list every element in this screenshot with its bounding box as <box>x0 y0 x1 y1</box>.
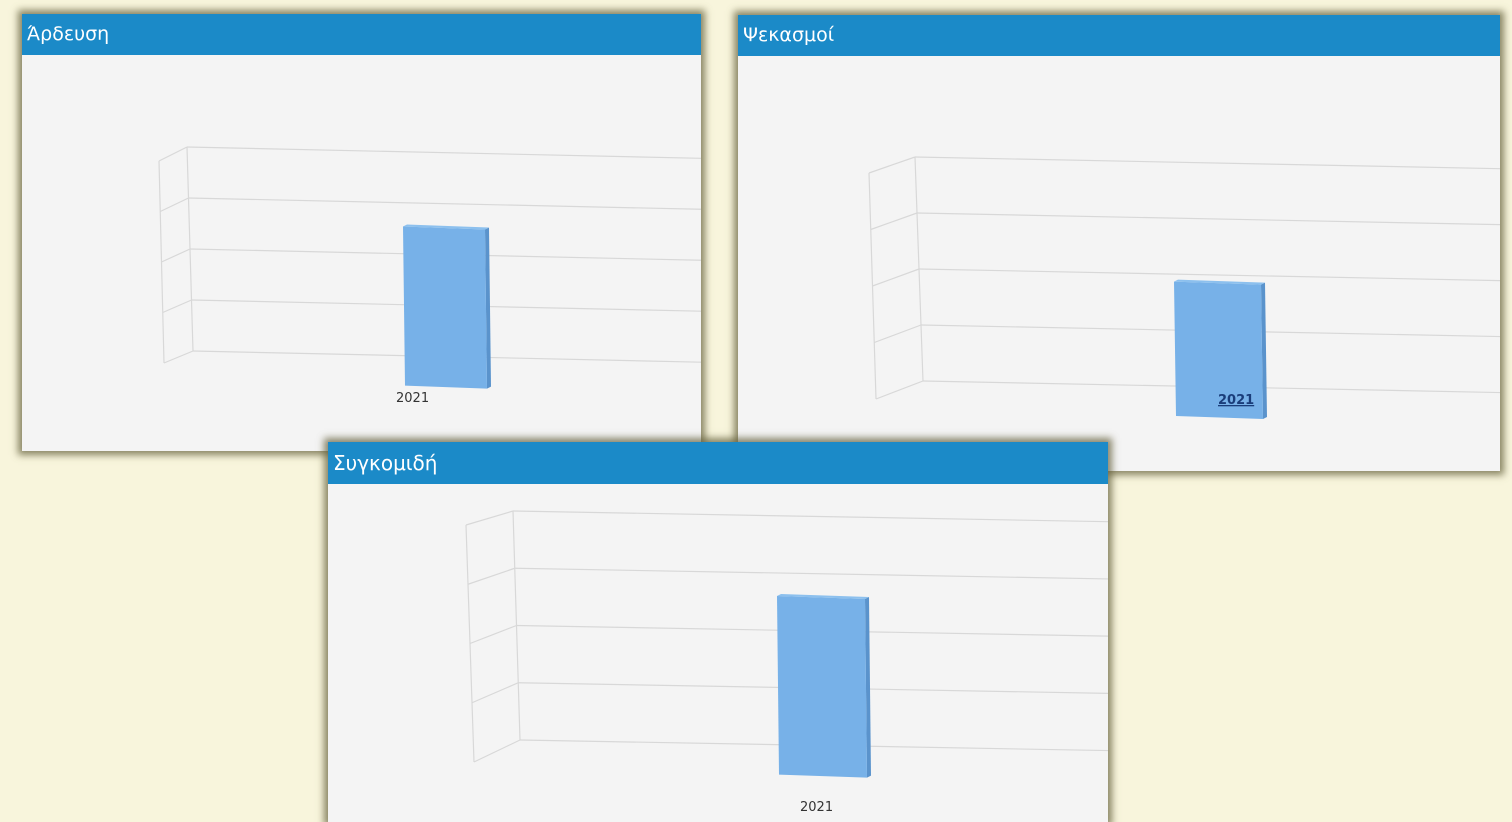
gridline-bevel <box>872 268 920 287</box>
chart-title: Ψεκασμοί <box>738 15 1500 56</box>
gridline-bevel <box>158 146 188 162</box>
chart-title: Άρδευση <box>22 14 701 55</box>
bar-chart-ardeusi: 2021 <box>158 146 701 406</box>
gridline-bevel <box>467 567 515 585</box>
gridline <box>188 197 701 210</box>
gridline <box>512 510 1108 523</box>
gridline <box>186 146 701 159</box>
gridline <box>514 567 1108 580</box>
gridline <box>916 212 1500 226</box>
gridline-bevel <box>161 248 191 263</box>
bar-chart-psekasmoi: 2021 <box>868 156 1500 420</box>
bar-2021 <box>403 226 487 389</box>
gridline-bevel <box>163 350 194 364</box>
gridline-bevel <box>469 624 517 645</box>
gridline-bevel <box>870 212 918 231</box>
chart-panel-sygkomidi: Συγκομιδή 2021 <box>328 442 1108 822</box>
bar-chart-sygkomidi: 2021 <box>465 510 1108 815</box>
gridline-bevel <box>162 299 192 314</box>
gridline <box>914 156 1500 170</box>
x-tick-label: 2021 <box>396 391 429 406</box>
chart-panel-ardeusi: Άρδευση 2021 <box>22 14 701 451</box>
gridline-bevel <box>159 197 189 213</box>
gridline-bevel <box>473 739 521 763</box>
gridline-bevel <box>874 324 922 344</box>
bar-2021 <box>777 596 867 778</box>
gridline-bevel <box>471 682 519 704</box>
x-tick-label: 2021 <box>800 800 833 815</box>
gridline-bevel <box>868 156 916 174</box>
chart-panel-psekasmoi: Ψεκασμοί 2021 <box>738 15 1500 471</box>
gridline-bevel <box>875 380 924 400</box>
gridline-bevel <box>465 510 514 526</box>
gridline <box>918 268 1500 282</box>
chart-title: Συγκομιδή <box>328 442 1108 484</box>
x-tick-label: 2021 <box>1218 393 1254 408</box>
